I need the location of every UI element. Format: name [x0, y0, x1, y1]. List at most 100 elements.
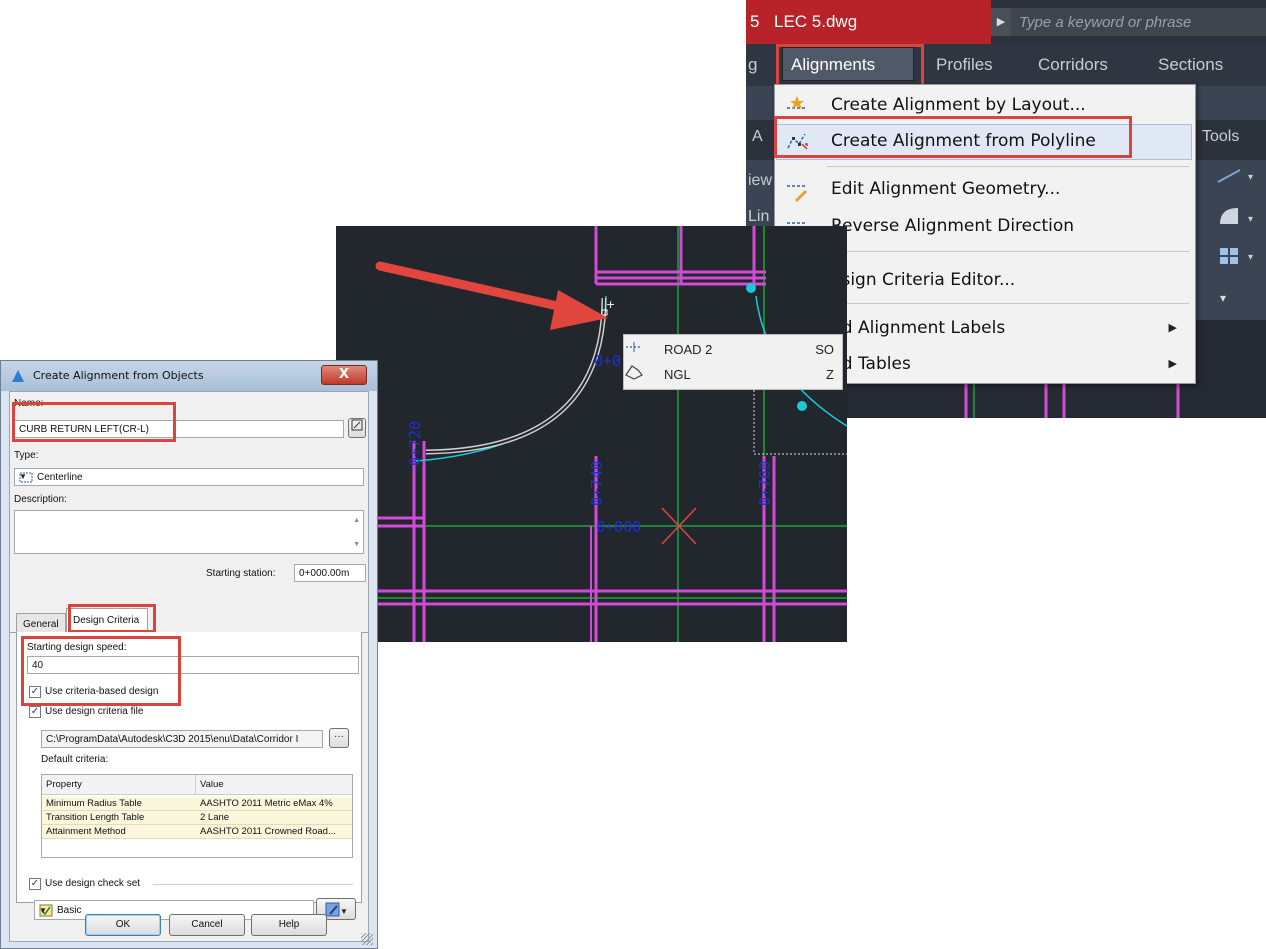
ribbon-fragment-tools: Tools: [1202, 128, 1240, 145]
grid-cell-property: Transition Length Table: [46, 812, 145, 823]
chevron-down-icon: ▼: [19, 472, 27, 481]
menu-item-label: Reverse Alignment Direction: [831, 216, 1075, 236]
grid-cell-value: 2 Lane: [200, 812, 230, 823]
cad-drawing-viewport[interactable]: + 0+720 0+740 0+760 0+000 0+0 ROAD 2 SO …: [336, 226, 847, 642]
selection-option-label: ROAD 2: [664, 342, 713, 357]
selection-option-label: NGL: [664, 367, 691, 382]
criteria-file-checkbox[interactable]: ✓: [29, 706, 41, 718]
svg-text:▾: ▾: [1248, 172, 1253, 183]
default-criteria-label: Default criteria:: [41, 754, 109, 765]
menu-separator: [827, 166, 1189, 167]
submenu-arrow-icon: ▶: [1168, 321, 1177, 334]
selection-cycling-popup: ROAD 2 SO NGL Z: [623, 334, 843, 390]
check-set-label: Use design check set: [45, 878, 141, 889]
svg-text:▼: ▼: [340, 907, 347, 916]
table-row[interactable]: Transition Length Table 2 Lane: [42, 811, 352, 825]
menu-separator: [827, 303, 1189, 304]
resize-grip[interactable]: [361, 933, 373, 945]
grid-cell-value: AASHTO 2011 Crowned Road...: [200, 826, 336, 837]
description-label: Description:: [14, 494, 67, 505]
menu-item-label: Create Alignment by Layout...: [831, 95, 1086, 115]
scroll-down-icon[interactable]: ▼: [353, 541, 360, 548]
table-row[interactable]: Attainment Method AASHTO 2011 Crowned Ro…: [42, 825, 352, 839]
scroll-up-icon[interactable]: ▲: [353, 517, 360, 524]
polyline-item-highlight: [774, 116, 1132, 158]
help-button[interactable]: Help: [251, 914, 327, 936]
alignment-icon: [626, 342, 642, 352]
dialog-title: Create Alignment from Objects: [33, 369, 204, 382]
tab-fragment[interactable]: g: [748, 55, 757, 75]
selection-option-ngl[interactable]: NGL Z: [624, 363, 844, 387]
title-prefix: 5: [750, 12, 760, 31]
ribbon-fragment-lin: Lin: [748, 208, 770, 225]
grid-header-label: Value: [200, 779, 224, 790]
menu-item-label: Edit Alignment Geometry...: [831, 179, 1061, 199]
tab-profiles[interactable]: Profiles: [936, 55, 993, 75]
speed-criteria-highlight: [21, 636, 181, 706]
menu-item-edit-alignment-geometry[interactable]: Edit Alignment Geometry...: [775, 172, 1195, 208]
surface-icon: [625, 365, 643, 380]
ribbon-fragment-view: iew: [748, 172, 773, 189]
grid-cell-property: Minimum Radius Table: [46, 798, 142, 809]
starting-station-value: 0+000.00m: [299, 568, 350, 579]
station-label: 0+760: [756, 460, 774, 506]
selection-option-road2[interactable]: ROAD 2 SO: [624, 338, 844, 362]
search-input[interactable]: Type a keyword or phrase: [1011, 8, 1266, 36]
grid-header-label: Property: [46, 779, 82, 790]
search-placeholder: Type a keyword or phrase: [1019, 14, 1192, 31]
criteria-file-label: Use design criteria file: [45, 706, 144, 717]
criteria-file-path-value: C:\ProgramData\Autodesk\C3D 2015\enu\Dat…: [46, 734, 299, 745]
create-alignment-dialog: Create Alignment from Objects X Name: CU…: [0, 360, 378, 949]
tab-sections[interactable]: Sections: [1158, 55, 1223, 75]
tab-general-label: General: [23, 619, 59, 630]
name-template-button[interactable]: [348, 418, 366, 438]
starting-station-label: Starting station:: [206, 568, 276, 579]
dialog-body: Name: CURB RETURN LEFT(CR-L) Type: Cente…: [9, 391, 369, 942]
tab-corridors[interactable]: Corridors: [1038, 55, 1108, 75]
selection-option-key: Z: [826, 367, 834, 382]
menu-separator: [827, 251, 1189, 252]
svg-text:▾: ▾: [1248, 214, 1253, 225]
alignments-tab-highlight: [776, 44, 924, 88]
grid-cell-property: Attainment Method: [46, 826, 126, 837]
grid-header-property[interactable]: Property: [42, 775, 196, 795]
group-divider: [153, 884, 353, 885]
station-label-origin: 0+000: [596, 518, 642, 536]
close-button[interactable]: X: [321, 365, 367, 385]
design-criteria-tab-highlight: [68, 604, 156, 633]
search-expand-icon[interactable]: ▶: [991, 8, 1011, 36]
ribbon-tools-icons[interactable]: ▾ ▾ ▾ ▾: [1212, 160, 1266, 310]
criteria-grid: Property Value Minimum Radius Table AASH…: [41, 774, 353, 858]
tab-general[interactable]: General: [16, 613, 66, 633]
svg-text:▾: ▾: [1248, 252, 1253, 263]
menu-item-label: dd Alignment Labels: [831, 318, 1006, 338]
type-select[interactable]: Centerline ▼: [14, 468, 364, 486]
grid-cell-value: AASHTO 2011 Metric eMax 4%: [200, 798, 333, 809]
cancel-button[interactable]: Cancel: [169, 914, 245, 936]
submenu-arrow-icon: ▶: [1168, 357, 1177, 370]
description-field[interactable]: ▲ ▼: [14, 510, 364, 554]
table-row[interactable]: Minimum Radius Table AASHTO 2011 Metric …: [42, 797, 352, 811]
ok-button[interactable]: OK: [85, 914, 161, 936]
criteria-file-path: C:\ProgramData\Autodesk\C3D 2015\enu\Dat…: [41, 730, 323, 748]
svg-text:+: +: [606, 298, 615, 311]
file-name: LEC 5.dwg: [774, 12, 858, 31]
name-highlight: [12, 402, 176, 442]
station-label: 0+740: [588, 460, 606, 506]
selection-option-key: SO: [815, 342, 834, 357]
svg-text:▾: ▾: [1220, 291, 1226, 305]
starting-station-field[interactable]: 0+000.00m: [294, 564, 366, 582]
alignment-layout-icon: [787, 96, 807, 109]
edit-geometry-icon: [787, 185, 807, 202]
design-criteria-panel: Starting design speed: 40 ✓ Use criteria…: [16, 632, 362, 903]
grid-header-value[interactable]: Value: [196, 775, 352, 795]
civil3d-logo-icon: [12, 370, 24, 382]
browse-button[interactable]: ···: [329, 728, 349, 748]
type-label: Type:: [14, 450, 39, 461]
station-label-partial: 0+0: [594, 352, 622, 370]
menu-item-label: esign Criteria Editor...: [831, 270, 1016, 290]
ribbon-fragment-a: A: [752, 128, 763, 145]
template-icon: [351, 419, 363, 431]
station-label: 0+720: [406, 420, 424, 466]
check-set-checkbox[interactable]: ✓: [29, 878, 41, 890]
